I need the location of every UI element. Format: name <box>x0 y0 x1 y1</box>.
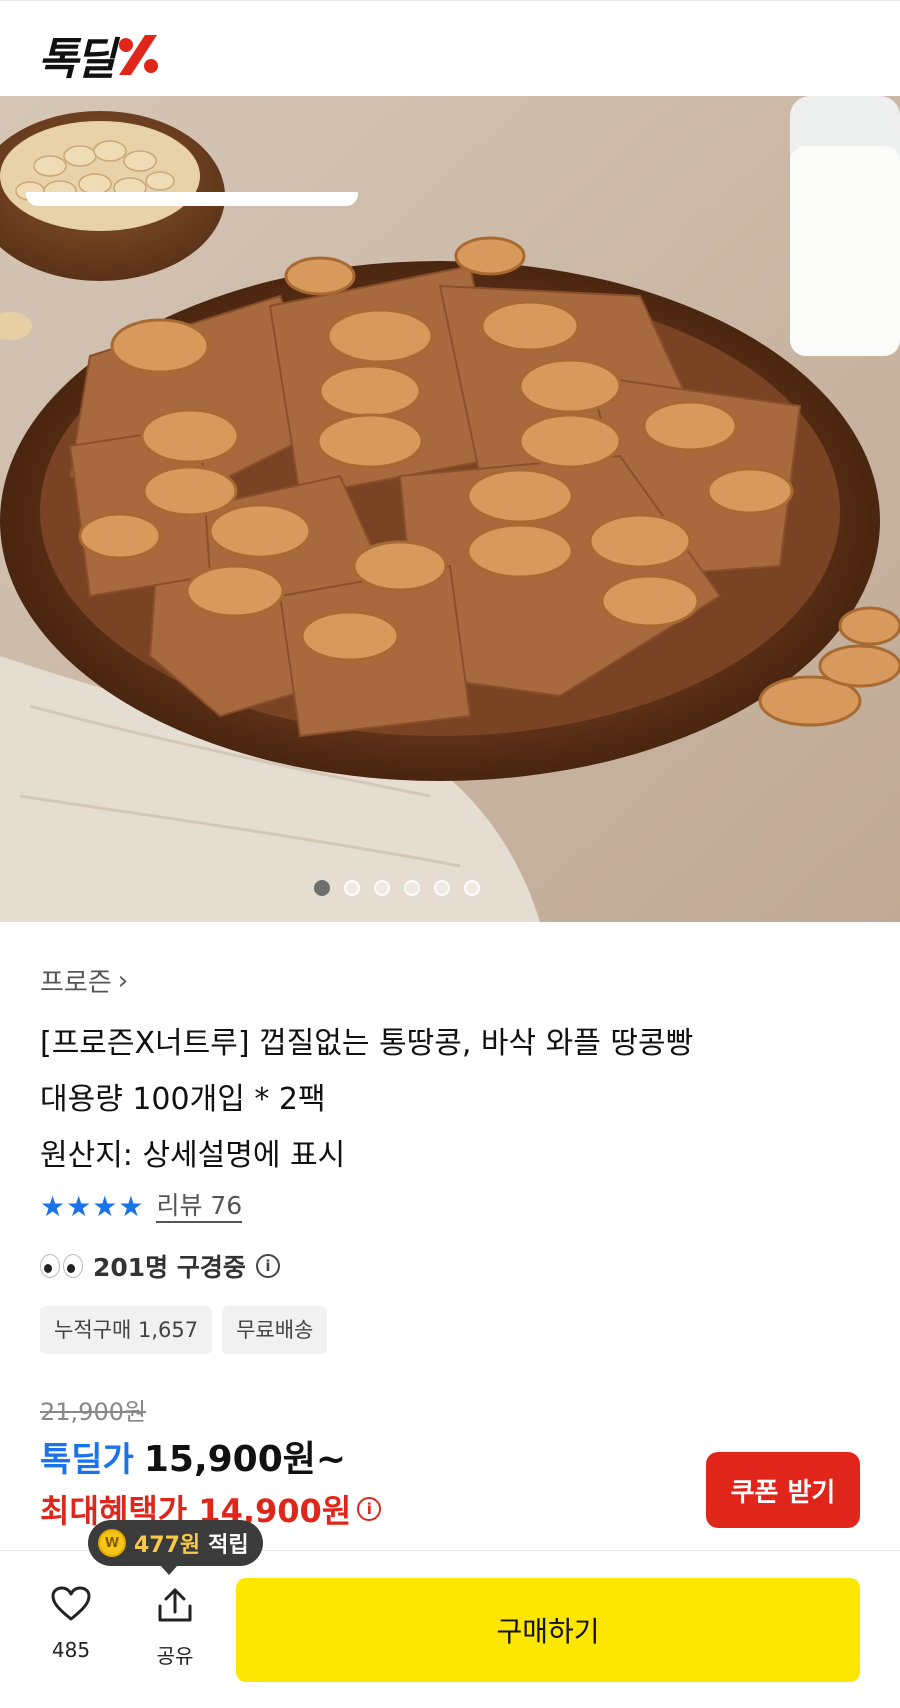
star-icon: ★ <box>40 1190 65 1223</box>
carousel-dot[interactable] <box>374 880 390 896</box>
chevron-right-icon: › <box>117 965 129 996</box>
coin-icon: W <box>98 1529 126 1557</box>
carousel-dot[interactable] <box>434 880 450 896</box>
free-shipping-chip: 무료배송 <box>222 1306 328 1354</box>
share-icon <box>155 1586 195 1628</box>
peanut-waffle-photo <box>0 96 900 922</box>
carousel-indicator <box>0 880 842 896</box>
viewers-row: 201명 구경중 i <box>40 1248 280 1284</box>
share-button[interactable]: 공유 <box>140 1586 210 1669</box>
logo-text: 톡딜 <box>38 34 116 85</box>
origin-line: 원산지: 상세설명에 표시 <box>40 1138 346 1173</box>
viewers-count: 201명 구경중 <box>93 1253 246 1282</box>
carousel-dot[interactable] <box>464 880 480 896</box>
buy-button[interactable]: 구매하기 <box>236 1578 860 1682</box>
carousel-dot[interactable] <box>344 880 360 896</box>
reward-suffix: 적립 <box>208 1533 249 1558</box>
title-line: [프로즌X너트루] 껍질없는 통땅콩, 바삭 와플 땅콩빵 <box>40 1026 694 1061</box>
category-label: 프로즌 <box>40 968 112 998</box>
coupon-button[interactable]: 쿠폰 받기 <box>706 1452 860 1528</box>
like-button[interactable]: 485 <box>36 1586 106 1662</box>
reward-amount: 477원 <box>134 1533 201 1558</box>
info-icon[interactable]: i <box>255 1254 280 1278</box>
carousel-dot[interactable] <box>314 880 330 896</box>
product-title: [프로즌X너트루] 껍질없는 통땅콩, 바삭 와플 땅콩빵 대용량 100개입 … <box>40 1016 860 1184</box>
purchase-count-chip: 누적구매 1,657 <box>40 1306 213 1354</box>
eyes-icon <box>40 1254 83 1278</box>
deal-price: 15,900원~ <box>143 1439 347 1480</box>
star-icon: ★ <box>118 1190 143 1223</box>
share-label: 공유 <box>156 1644 194 1668</box>
review-link[interactable]: 리뷰 76 <box>156 1191 243 1223</box>
heart-icon <box>51 1586 91 1626</box>
title-line: 대용량 100개입 * 2팩 <box>40 1082 326 1117</box>
percent-slash-icon <box>115 33 161 77</box>
like-count: 485 <box>51 1638 91 1662</box>
reward-tooltip: W 477원 적립 <box>88 1520 263 1575</box>
deal-label: 톡딜가 <box>40 1440 134 1480</box>
talkdeal-logo[interactable]: 톡딜 <box>38 23 161 87</box>
star-icon: ★ <box>66 1190 91 1223</box>
star-rating: ★ ★ ★ ★ <box>40 1190 143 1223</box>
rating-row: ★ ★ ★ ★ 리뷰 76 <box>40 1190 243 1223</box>
carousel-dot[interactable] <box>404 880 420 896</box>
star-icon: ★ <box>92 1190 117 1223</box>
app-header: 톡딜 <box>0 0 900 96</box>
category-link[interactable]: 프로즌 › <box>40 962 128 999</box>
info-icon[interactable]: i <box>357 1497 382 1521</box>
product-image-carousel[interactable] <box>0 96 900 922</box>
original-price: 21,900원 <box>40 1398 147 1426</box>
product-chips: 누적구매 1,657 무료배송 <box>40 1306 328 1354</box>
image-overlay-tab <box>26 192 358 206</box>
deal-price-row: 톡딜가 15,900원~ <box>40 1430 346 1482</box>
